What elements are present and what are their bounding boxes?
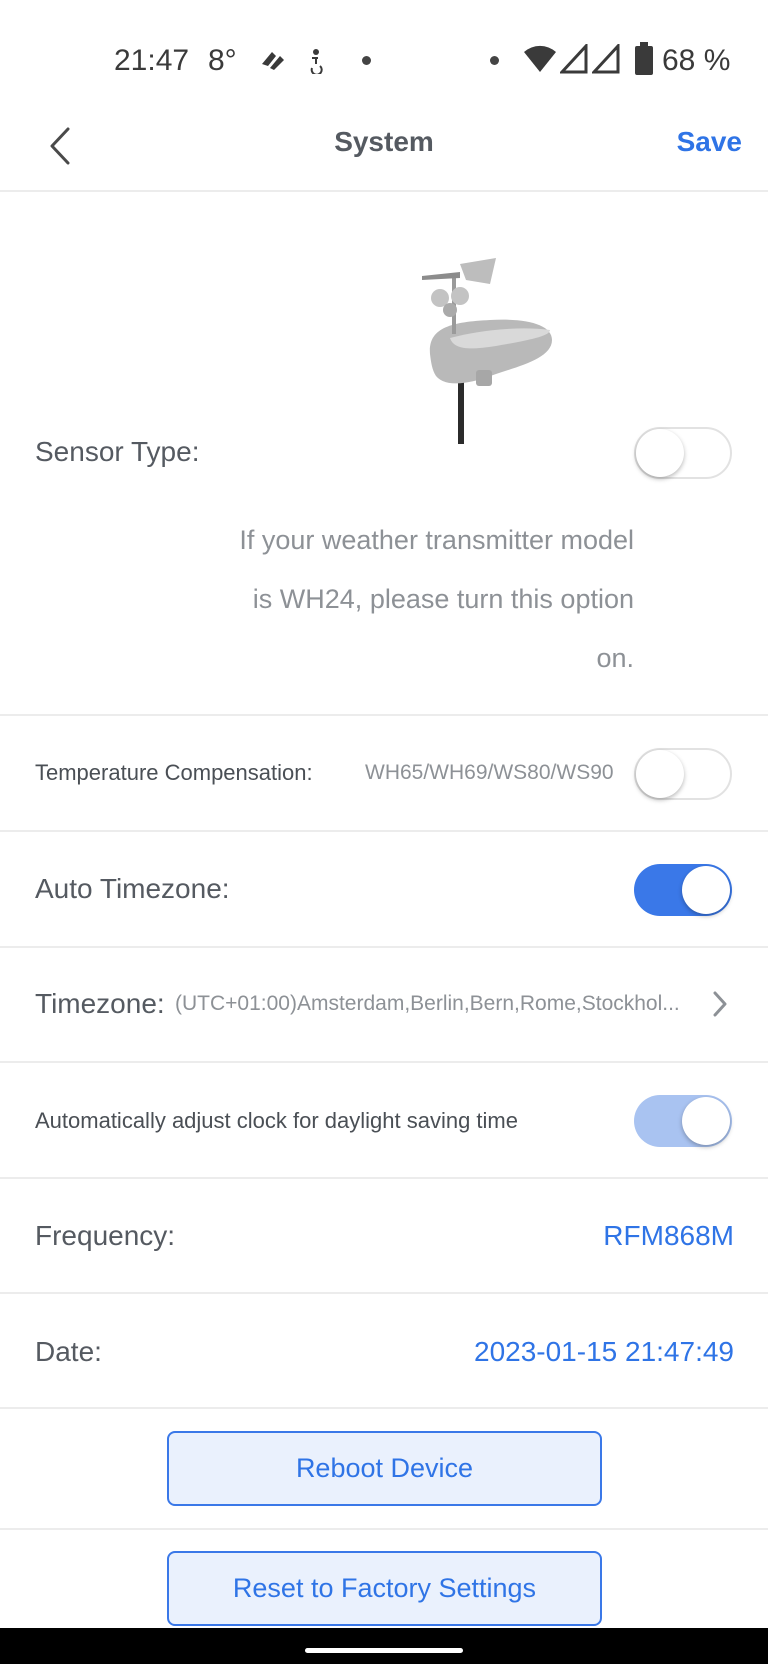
notification-icon [262,52,284,70]
auto-timezone-toggle[interactable] [634,864,732,916]
status-dot [362,56,371,65]
weather-station-sensor-image [422,258,552,444]
status-dot [490,56,499,65]
signal-icon [560,44,588,74]
frequency-value[interactable]: RFM868M [603,1220,734,1252]
header-bar: System Save [0,100,768,192]
temperature-compensation-models: WH65/WH69/WS80/WS90 [365,761,614,784]
date-value[interactable]: 2023-01-15 21:47:49 [474,1336,734,1368]
sensor-type-label: Sensor Type: [35,436,200,467]
sensor-type-hint-line: is WH24, please turn this option [252,584,634,614]
divider [0,714,768,716]
auto-timezone-label: Auto Timezone: [35,873,230,904]
divider [0,1407,768,1409]
chevron-right-icon [713,991,727,1017]
frequency-label: Frequency: [35,1220,176,1251]
date-label: Date: [35,1336,102,1367]
dst-toggle[interactable] [634,1095,732,1147]
timezone-label: Timezone: [35,988,165,1019]
battery-percentage: 68 % [662,44,731,77]
divider [0,1528,768,1530]
divider [0,1292,768,1294]
wifi-icon [524,45,556,72]
sensor-type-hint-line: If your weather transmitter model [239,525,634,555]
temperature-compensation-label: Temperature Compensation: [35,760,313,785]
timezone-row[interactable]: Timezone: (UTC+01:00)Amsterdam,Berlin,Be… [0,948,768,1060]
reboot-device-button[interactable]: Reboot Device [167,1431,602,1506]
navigation-gesture-bar [0,1628,768,1664]
divider [0,1177,768,1179]
accessibility-icon [310,49,323,74]
sensor-type-toggle[interactable] [634,427,732,479]
sensor-type-hint-line: on. [596,643,634,673]
toggle-knob [636,750,684,798]
status-temperature: 8° [208,44,237,77]
toggle-knob [682,866,730,914]
temperature-compensation-toggle[interactable] [634,748,732,800]
dst-label: Automatically adjust clock for daylight … [35,1108,518,1133]
timezone-value: (UTC+01:00)Amsterdam,Berlin,Bern,Rome,St… [175,992,680,1015]
save-button[interactable]: Save [677,126,742,158]
gesture-handle[interactable] [305,1648,463,1653]
reset-factory-settings-button[interactable]: Reset to Factory Settings [167,1551,602,1626]
status-time: 21:47 [114,44,190,77]
battery-icon [635,42,653,75]
page-title: System [334,126,434,157]
signal-icon [592,44,620,74]
toggle-knob [636,429,684,477]
divider [0,830,768,832]
toggle-knob [682,1097,730,1145]
divider [0,1061,768,1063]
